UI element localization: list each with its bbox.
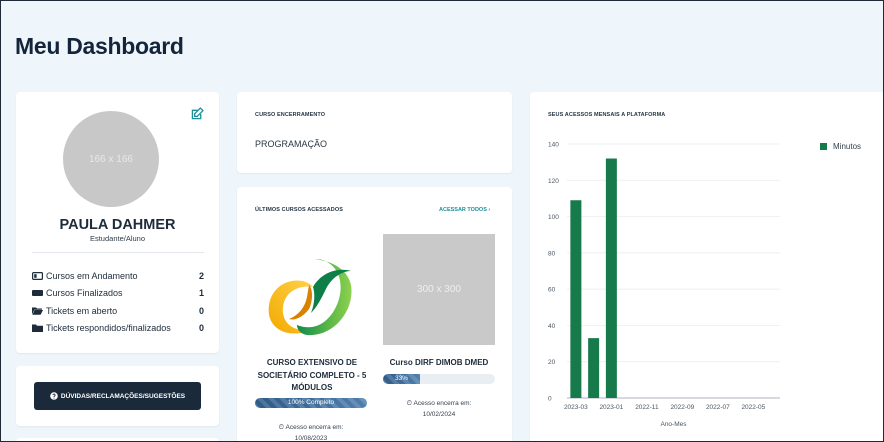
closing-course-label: CURSO ENCERRAMENTO: [255, 112, 326, 118]
access-expiry: ⏲ Acesso encerra em: 10/02/2024: [383, 398, 495, 420]
x-tick-label: 2022-09: [670, 404, 694, 411]
course-title[interactable]: CURSO EXTENSIVO DE SOCIETÁRIO COMPLETO -…: [249, 357, 375, 395]
course-title[interactable]: Curso DIRF DIMOB DMED: [381, 357, 497, 370]
legend-label: Minutos: [833, 142, 862, 151]
y-tick-label: 140: [548, 142, 559, 149]
feedback-button-label: DÚVIDAS/RECLAMAÇÕES/SUGESTÕES: [60, 392, 186, 400]
bar[interactable]: [570, 200, 582, 398]
screen-icon: [32, 271, 43, 280]
y-tick-label: 0: [548, 396, 552, 403]
progress-label: 33%: [394, 375, 408, 382]
folder-icon: [32, 324, 43, 333]
stat-value: 2: [198, 270, 204, 281]
monthly-access-card: SEUS ACESSOS MENSAIS A PLATAFORMA 0 20 40 6…: [530, 92, 883, 441]
y-tick-label: 60: [548, 287, 556, 294]
progress-label: 100% Completo: [287, 399, 335, 406]
stat-label: Cursos em Andamento: [46, 270, 138, 281]
y-tick-label: 20: [548, 359, 556, 366]
bar[interactable]: [588, 338, 600, 398]
stat-value: 0: [198, 323, 204, 334]
feedback-button[interactable]: DÚVIDAS/RECLAMAÇÕES/SUGESTÕES: [34, 382, 201, 410]
clock-icon: ⏲: [406, 400, 413, 407]
dashboard-page: Meu Dashboard 166 x 166 PAULA DAHMER Est…: [0, 0, 884, 442]
avatar-placeholder-text: 166 x 166: [89, 153, 133, 165]
stat-label: Tickets respondidos/finalizados: [46, 323, 171, 334]
course-thumbnail-placeholder[interactable]: 300 x 300: [383, 234, 495, 345]
edit-icon[interactable]: [190, 107, 204, 121]
stats-list: Cursos em Andamento 2 Cursos Finalizados…: [32, 267, 204, 337]
closing-course-card: CURSO ENCERRAMENTO PROGRAMAÇÃO: [237, 92, 512, 173]
course-progress-bar: 33%: [383, 374, 495, 384]
x-axis-label: Ano-Mes: [660, 421, 687, 428]
stat-courses-finished[interactable]: Cursos Finalizados 1: [32, 285, 204, 303]
x-tick-label: 2022-11: [635, 404, 659, 411]
page-title: Meu Dashboard: [15, 33, 184, 59]
avatar: 166 x 166: [63, 111, 159, 207]
access-date: 10/08/2023: [294, 435, 328, 442]
y-tick-label: 40: [548, 323, 556, 330]
view-all-link[interactable]: ACESSAR TODOS ›: [439, 207, 490, 213]
stat-courses-in-progress[interactable]: Cursos em Andamento 2: [32, 267, 204, 285]
divider: [32, 252, 204, 253]
access-date: 10/02/2024: [422, 411, 456, 418]
thumbnail-placeholder-text: 300 x 300: [417, 284, 461, 295]
legend-swatch: [820, 143, 827, 150]
x-tick-label: 2022-07: [706, 404, 730, 411]
feedback-card: DÚVIDAS/RECLAMAÇÕES/SUGESTÕES: [16, 366, 219, 426]
course-thumbnail-logo[interactable]: [251, 237, 369, 347]
course-progress-bar: 100% Completo: [255, 398, 367, 408]
bar[interactable]: [605, 158, 617, 398]
recent-courses-label: ÚLTIMOS CURSOS ACESSADOS: [255, 207, 343, 213]
y-tick-label: 120: [548, 178, 559, 185]
bottom-card: [16, 438, 219, 441]
x-tick-label: 2023-03: [564, 404, 588, 411]
x-tick-label: 2022-05: [741, 404, 765, 411]
access-expiry: ⏲ Acesso encerra em: 10/08/2023: [255, 422, 367, 442]
y-tick-label: 80: [548, 250, 556, 257]
clock-icon: ⏲: [278, 424, 285, 431]
closing-course-value: PROGRAMAÇÃO: [255, 139, 328, 149]
question-circle-icon: [50, 392, 58, 400]
stat-tickets-open[interactable]: Tickets em aberto 0: [32, 302, 204, 320]
stat-label: Cursos Finalizados: [46, 288, 123, 299]
x-tick-label: 2023-01: [599, 404, 623, 411]
laptop-icon: [32, 290, 43, 297]
profile-card: 166 x 166 PAULA DAHMER Estudante/Aluno C…: [16, 92, 219, 353]
monthly-access-chart: 0 20 40 60 80 100 120 140 2023-03 2023-01 2022-11 2…: [548, 142, 780, 428]
stat-label: Tickets em aberto: [46, 305, 118, 316]
y-tick-label: 100: [548, 214, 559, 221]
profile-role: Estudante/Aluno: [89, 234, 146, 243]
recent-courses-card: ÚLTIMOS CURSOS ACESSADOS ACESSAR TODOS ›: [237, 187, 512, 442]
stat-tickets-answered[interactable]: Tickets respondidos/finalizados 0: [32, 320, 204, 338]
profile-name: PAULA DAHMER: [59, 217, 176, 233]
course-logo-icon: [268, 259, 352, 336]
stat-value: 0: [198, 305, 204, 316]
folder-open-icon: [32, 307, 43, 315]
stat-value: 1: [198, 288, 204, 299]
